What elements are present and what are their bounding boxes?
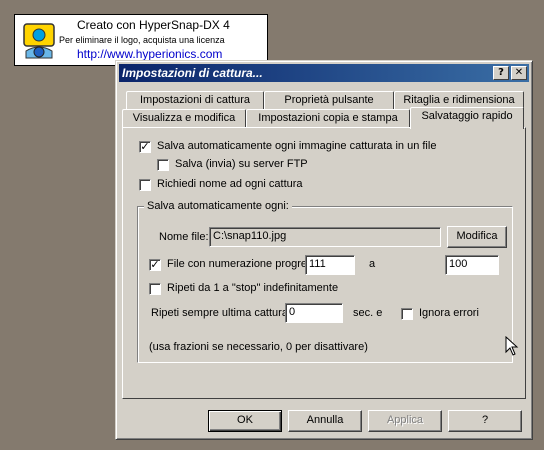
quick-save-panel: ✓ Salva automaticamente ogni immagine ca…: [122, 127, 526, 399]
title-bar[interactable]: Impostazioni di cattura... ? ✕: [119, 64, 529, 82]
watermark-url[interactable]: http://www.hyperionics.com: [77, 47, 222, 61]
ask-name-label[interactable]: Richiedi nome ad ogni cattura: [157, 178, 303, 190]
ignore-errors-label[interactable]: Ignora errori: [419, 307, 479, 319]
ask-name-checkbox[interactable]: [139, 179, 151, 191]
apply-button-label: Applica: [386, 414, 424, 426]
camera-logo-icon: [21, 21, 59, 61]
filename-field[interactable]: C:\snap110.jpg: [209, 227, 441, 247]
apply-button[interactable]: Applica: [368, 410, 442, 432]
note-text: (usa frazioni se necessario, 0 per disat…: [149, 341, 368, 353]
auto-save-group-title: Salva automaticamente ogni:: [144, 200, 292, 212]
numbering-to-field[interactable]: 100: [445, 255, 499, 275]
numbering-from-field[interactable]: 111: [305, 255, 355, 275]
watermark-line2: Per eliminare il logo, acquista una lice…: [59, 35, 225, 45]
mouse-cursor-icon: [505, 335, 521, 356]
ftp-label[interactable]: Salva (invia) su server FTP: [175, 158, 308, 170]
tab-visualizza-modifica[interactable]: Visualizza e modifica: [122, 109, 246, 129]
numbering-checkbox[interactable]: ✓: [149, 259, 161, 271]
auto-save-checkbox[interactable]: ✓: [139, 141, 151, 153]
ftp-checkbox[interactable]: [157, 159, 169, 171]
repeat-checkbox[interactable]: [149, 283, 161, 295]
tab-impostazioni-copia-stampa[interactable]: Impostazioni copia e stampa: [246, 109, 410, 129]
modify-button[interactable]: Modifica: [447, 226, 507, 248]
filename-label: Nome file:: [159, 231, 209, 243]
ok-button[interactable]: OK: [208, 410, 282, 432]
repeat-last-label: Ripeti sempre ultima cattura: [151, 307, 288, 319]
tab-salvataggio-rapido[interactable]: Salvataggio rapido: [410, 107, 524, 129]
ignore-errors-checkbox[interactable]: [401, 308, 413, 320]
tab-impostazioni-cattura[interactable]: Impostazioni di cattura: [126, 91, 264, 111]
watermark-line1: Creato con HyperSnap-DX 4: [77, 18, 230, 32]
help-title-button[interactable]: ?: [493, 66, 509, 80]
capture-settings-dialog: Impostazioni di cattura... ? ✕ Impostazi…: [115, 60, 533, 440]
hypersnap-watermark: Creato con HyperSnap-DX 4 Per eliminare …: [14, 14, 268, 66]
repeat-label[interactable]: Ripeti da 1 a "stop" indefinitamente: [167, 282, 338, 294]
tab-proprieta-pulsante[interactable]: Proprietà pulsante: [264, 91, 394, 111]
window-title: Impostazioni di cattura...: [122, 66, 263, 80]
help-button[interactable]: ?: [448, 410, 522, 432]
sec-label: sec. e: [353, 307, 383, 319]
numbering-to-label: a: [369, 258, 376, 270]
auto-save-label[interactable]: Salva automaticamente ogni immagine catt…: [157, 140, 436, 152]
cancel-button[interactable]: Annulla: [288, 410, 362, 432]
repeat-last-field[interactable]: 0: [285, 303, 343, 323]
numbering-label[interactable]: File con numerazione progressiva da: [167, 258, 305, 270]
close-icon[interactable]: ✕: [511, 66, 527, 80]
